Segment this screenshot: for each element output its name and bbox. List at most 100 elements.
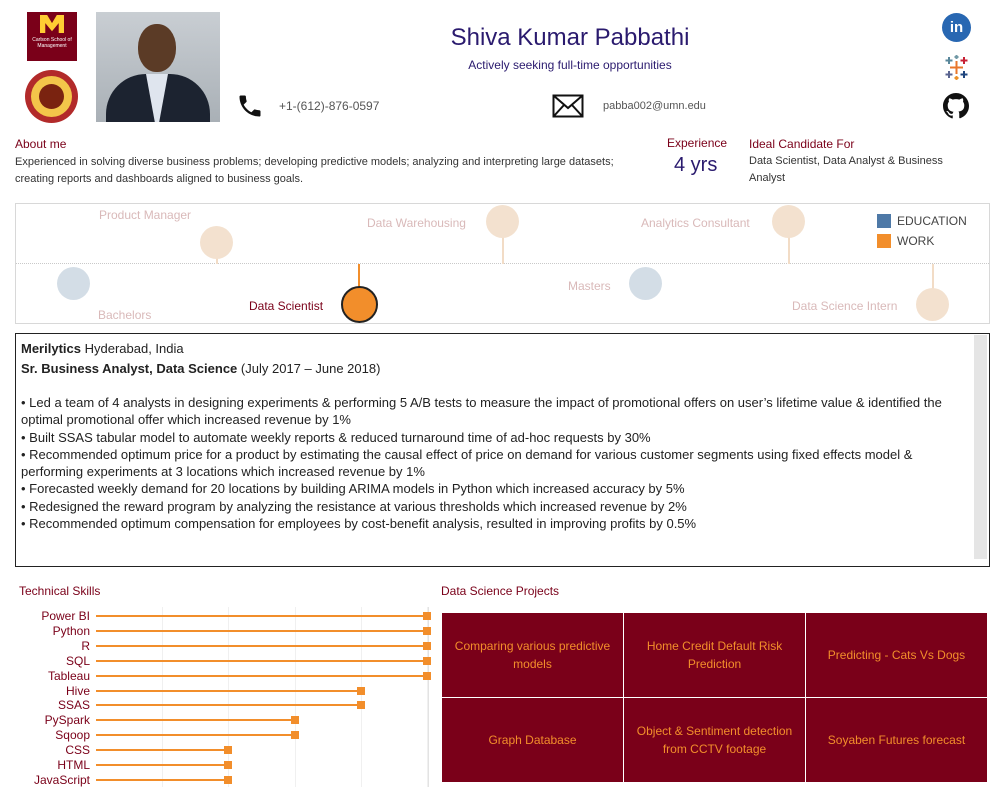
role-period: (July 2017 – June 2018): [240, 361, 381, 376]
skill-bar-end[interactable]: [290, 716, 299, 725]
skill-bar-end[interactable]: [224, 761, 233, 769]
bullet-item: • Recommended optimum price for a produc…: [21, 446, 913, 480]
skills-gridline: [162, 607, 164, 787]
timeline-label-analytics-consultant[interactable]: Analytics Consultant: [641, 216, 750, 230]
university-m-icon: [40, 15, 64, 33]
timeline-dot-data-scientist[interactable]: [341, 286, 378, 323]
timeline-label-product-manager[interactable]: Product Manager: [99, 208, 191, 222]
skill-bar[interactable]: [96, 764, 229, 766]
bullet-item: • Built SSAS tabular model to automate w…: [21, 429, 651, 445]
timeline-dot-masters[interactable]: [629, 267, 662, 300]
skill-bar-end[interactable]: [423, 612, 431, 620]
candidate-name: Shiva Kumar Pabbathi: [450, 24, 690, 51]
role-title: Sr. Business Analyst, Data Science: [21, 361, 238, 376]
skill-label: SSAS: [57, 698, 90, 713]
project-tile[interactable]: Graph Database: [442, 698, 623, 782]
job-detail-panel: Merilytics Hyderabad, India Sr. Business…: [15, 333, 990, 567]
skill-bar-end[interactable]: [356, 686, 365, 695]
legend-swatch-education: [877, 214, 891, 228]
job-bullets: • Led a team of 4 analysts in designing …: [21, 394, 951, 532]
skill-label: CSS: [65, 743, 90, 758]
company-name: Merilytics: [21, 341, 81, 356]
skill-label: SQL: [65, 653, 90, 668]
skill-bar-end[interactable]: [423, 656, 431, 665]
email-address[interactable]: pabba002@umn.edu: [603, 100, 706, 112]
timeline-label-masters[interactable]: Masters: [568, 279, 611, 293]
skill-label: JavaScript: [33, 772, 90, 787]
skill-label: Power BI: [41, 609, 90, 623]
company-location: Hyderabad, India: [84, 341, 184, 356]
carlson-school-logo: Carlson School of Management: [27, 12, 77, 61]
skill-bar[interactable]: [96, 689, 361, 692]
legend-label-work[interactable]: WORK: [897, 234, 934, 248]
skill-bar[interactable]: [96, 615, 427, 617]
experience-title: Experience: [667, 136, 728, 150]
skill-bar[interactable]: [96, 644, 427, 647]
legend-swatch-work: [877, 234, 891, 248]
role-line: Sr. Business Analyst, Data Science (July…: [21, 361, 380, 376]
project-tile[interactable]: Home Credit Default Risk Prediction: [624, 613, 805, 697]
linkedin-icon[interactable]: in: [942, 13, 971, 42]
phone-icon: [239, 95, 261, 117]
skill-bar[interactable]: [96, 674, 427, 677]
timeline-label-data-warehousing[interactable]: Data Warehousing: [367, 216, 466, 230]
timeline-stem: [502, 237, 504, 264]
skill-bar[interactable]: [96, 734, 295, 737]
bullet-item: • Forecasted weekly demand for 20 locati…: [21, 481, 685, 497]
skill-label: Python: [52, 623, 90, 638]
detail-scrollbar[interactable]: [974, 335, 987, 559]
timeline-dot-analytics-consultant[interactable]: [772, 205, 805, 238]
timeline-dot-data-science-intern[interactable]: [916, 288, 949, 321]
skill-bar[interactable]: [96, 659, 427, 662]
skills-gridline: [294, 607, 296, 787]
project-tile[interactable]: Soyaben Futures forecast: [806, 698, 987, 782]
skill-bar-end[interactable]: [224, 775, 233, 784]
timeline-dot-bachelors[interactable]: [57, 267, 90, 300]
ideal-candidate-title: Ideal Candidate For: [749, 137, 855, 151]
ideal-candidate-text: Data Scientist, Data Analyst & Business …: [749, 155, 943, 184]
skill-bar[interactable]: [96, 749, 229, 752]
photo-head: [138, 24, 176, 72]
iit-logo: [25, 70, 78, 123]
career-timeline: Product Manager Data Warehousing Analyti…: [15, 203, 990, 324]
skill-bar[interactable]: [96, 629, 427, 632]
legend-label-education[interactable]: EDUCATION: [897, 214, 967, 228]
timeline-label-bachelors[interactable]: Bachelors: [98, 308, 151, 322]
skill-label: Sqoop: [55, 728, 90, 743]
project-tile[interactable]: Object & Sentiment detection from CCTV f…: [624, 698, 805, 782]
carlson-logo-text: Carlson School of Management: [32, 37, 72, 49]
skill-bar-end[interactable]: [290, 731, 299, 740]
skills-title: Technical Skills: [19, 584, 101, 598]
mail-icon: [552, 94, 584, 118]
tagline: Actively seeking full-time opportunities: [468, 58, 672, 72]
experience-value: 4 yrs: [674, 154, 718, 176]
bullet-item: • Redesigned the reward program by analy…: [21, 498, 687, 514]
skill-bar-end[interactable]: [224, 746, 233, 755]
skill-bar[interactable]: [96, 778, 229, 781]
skill-bar-end[interactable]: [356, 701, 365, 710]
project-tile[interactable]: Comparing various predictive models: [442, 613, 623, 697]
skills-gridline: [360, 607, 362, 787]
skill-bar[interactable]: [96, 704, 361, 707]
timeline-dot-data-warehousing[interactable]: [486, 205, 519, 238]
tableau-icon[interactable]: [944, 55, 969, 80]
skill-label: Hive: [65, 683, 90, 698]
company-line: Merilytics Hyderabad, India: [21, 341, 184, 356]
skills-gridline: [228, 607, 230, 787]
project-tile[interactable]: Predicting - Cats Vs Dogs: [806, 613, 987, 697]
skill-bar-end[interactable]: [423, 671, 431, 680]
bullet-item: • Recommended optimum compensation for e…: [21, 516, 697, 532]
timeline-label-data-scientist[interactable]: Data Scientist: [249, 299, 323, 313]
timeline-stem: [788, 237, 790, 264]
skill-bar-end[interactable]: [423, 641, 431, 650]
skill-bar-end[interactable]: [423, 626, 431, 635]
skill-label: HTML: [57, 758, 90, 772]
profile-photo: [96, 12, 220, 122]
github-icon[interactable]: [943, 93, 969, 119]
phone-number[interactable]: +1-(612)-876-0597: [279, 99, 379, 113]
skill-label: Tableau: [47, 668, 90, 683]
timeline-label-data-science-intern[interactable]: Data Science Intern: [792, 299, 897, 313]
skill-bar[interactable]: [96, 719, 295, 722]
skill-label: PySpark: [44, 713, 90, 728]
timeline-dot-product-manager[interactable]: [200, 226, 233, 259]
